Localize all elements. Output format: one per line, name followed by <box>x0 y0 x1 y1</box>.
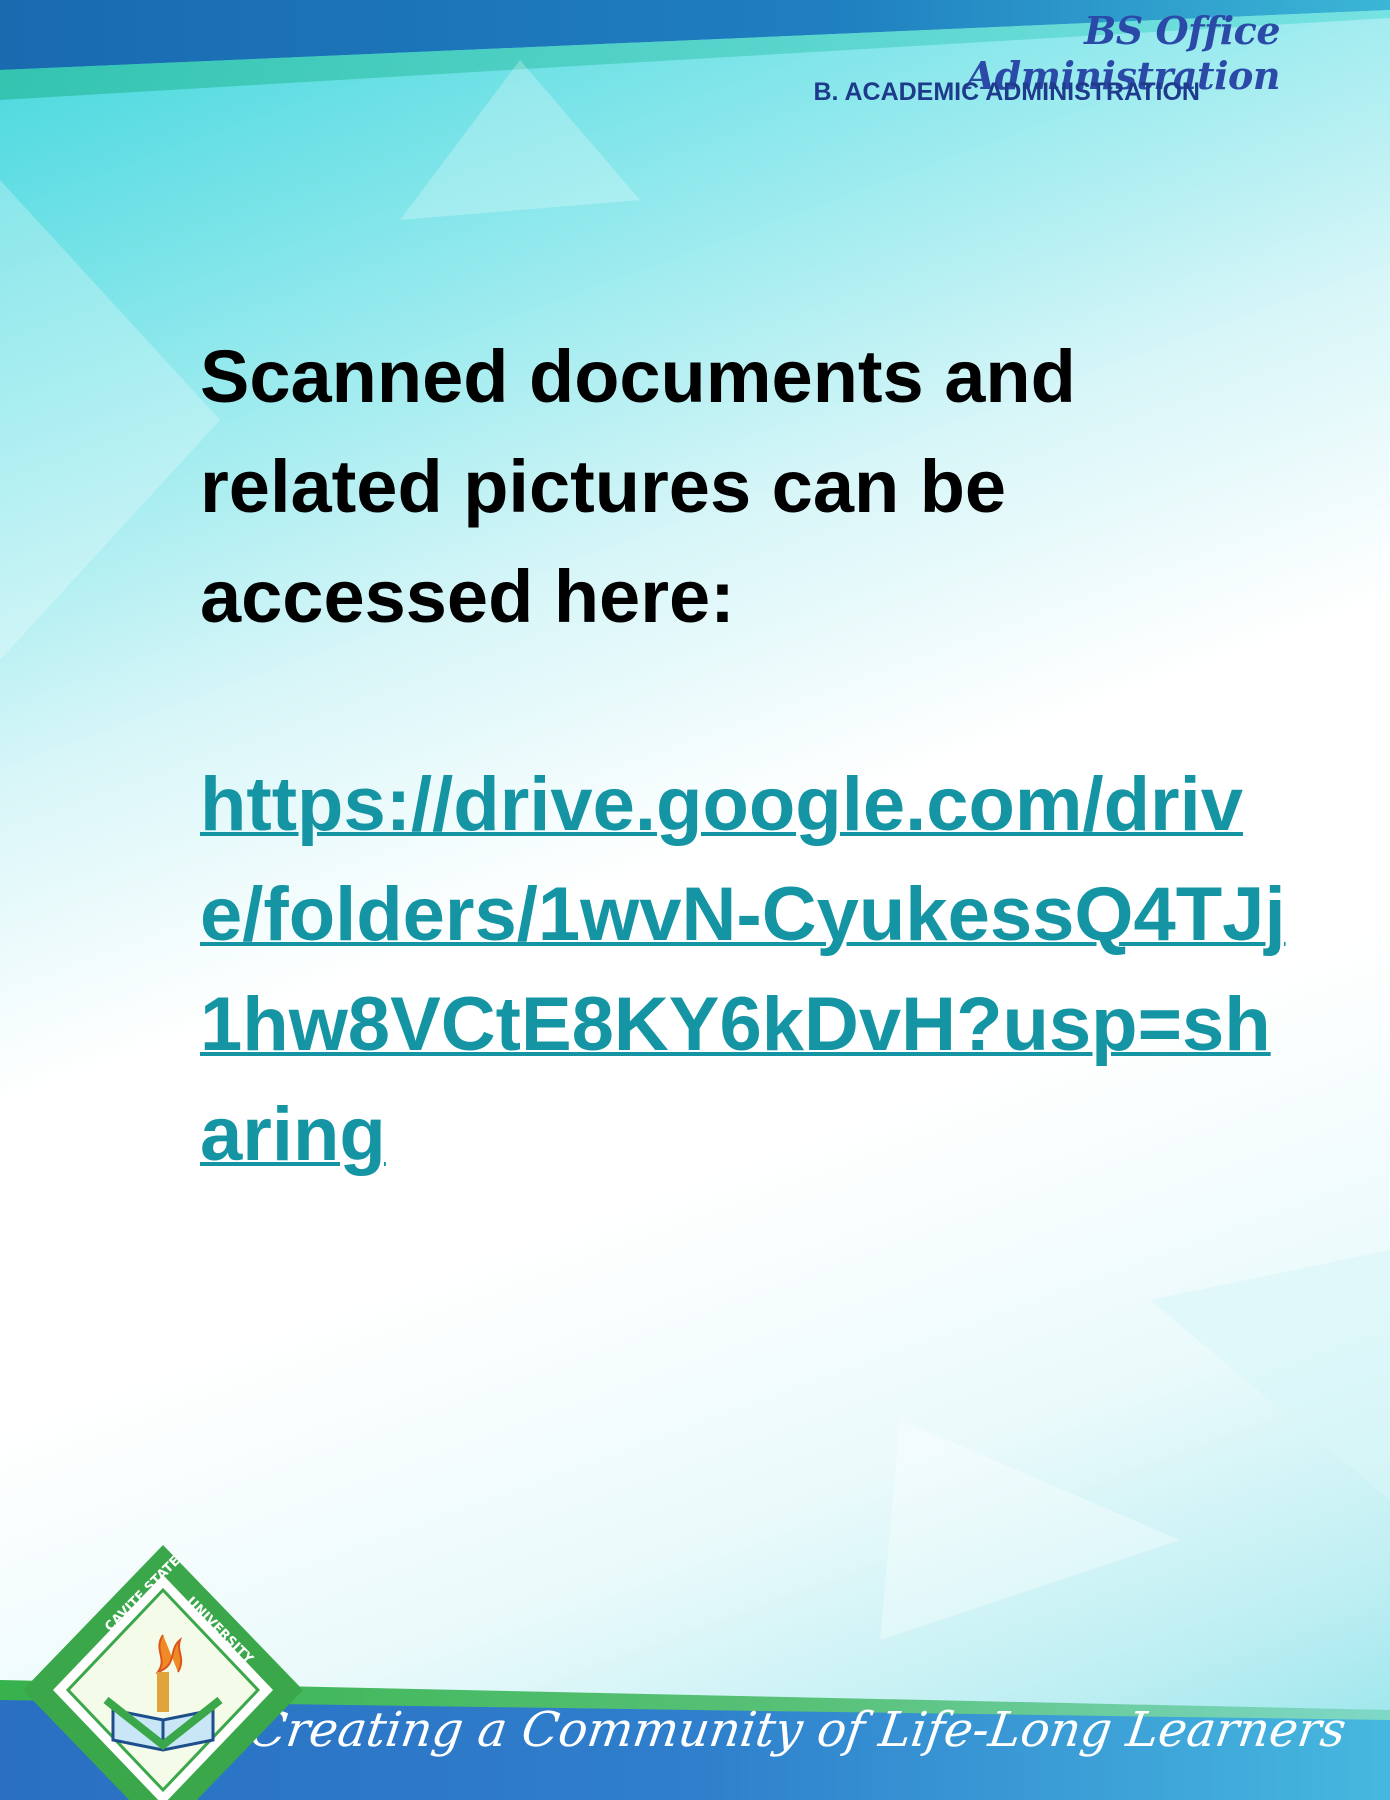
intro-text: Scanned documents and related pictures c… <box>200 335 1076 638</box>
university-seal-icon: CAVITE STATE UNIVERSITY <box>23 1545 303 1800</box>
footer-motto: Creating a Community of Life-Long Learne… <box>246 1702 1350 1758</box>
drive-folder-link[interactable]: https://drive.google.com/drive/folders/1… <box>200 750 1300 1190</box>
section-title: B. ACADEMIC ADMINISTRATION <box>813 78 1200 106</box>
